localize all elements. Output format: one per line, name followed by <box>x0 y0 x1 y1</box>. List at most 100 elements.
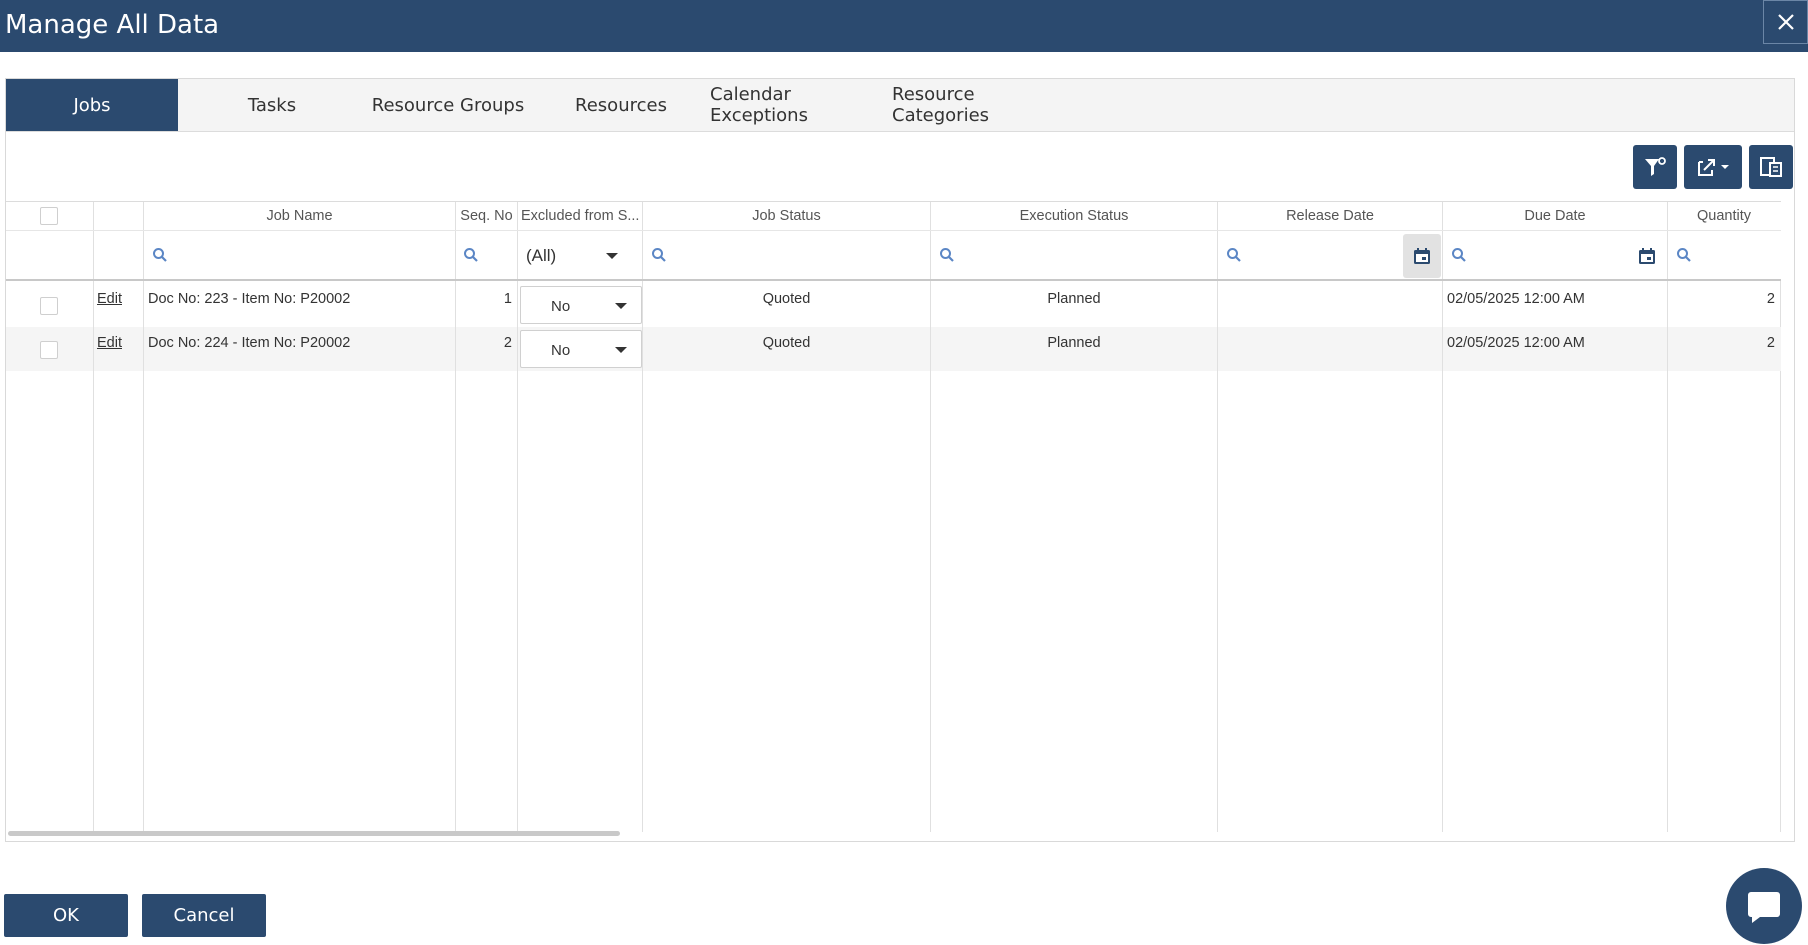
job-name-cell: Doc No: 224 - Item No: P20002 <box>143 327 455 371</box>
header-select-all <box>6 202 93 230</box>
export-dropdown-icon <box>1698 159 1729 176</box>
chat-widget-button[interactable] <box>1726 868 1802 944</box>
job-status-cell: Quoted <box>642 327 930 371</box>
table-row[interactable]: Edit Doc No: 224 - Item No: P20002 2 No … <box>6 327 1781 371</box>
excluded-value: No <box>551 342 571 359</box>
horizontal-scrollbar[interactable] <box>8 831 620 836</box>
excluded-cell: No <box>517 283 642 327</box>
row-checkbox[interactable] <box>40 341 58 359</box>
seq-no-cell: 2 <box>455 327 517 371</box>
execution-status-cell: Planned <box>930 327 1217 371</box>
due-date-value: 02/05/2025 12:00 AM <box>1447 335 1585 351</box>
due-date-value: 02/05/2025 12:00 AM <box>1447 291 1585 307</box>
quantity-cell: 2 <box>1667 283 1780 327</box>
window-title: Manage All Data <box>5 10 220 40</box>
tab-tasks[interactable]: Tasks <box>202 79 342 131</box>
export-dropdown-button[interactable] <box>1684 145 1742 189</box>
excluded-filter-value: (All) <box>526 246 557 265</box>
excluded-dropdown[interactable]: No <box>520 286 642 324</box>
edit-link[interactable]: Edit <box>97 335 122 351</box>
filter-empty <box>93 231 143 279</box>
header-execution-status[interactable]: Execution Status <box>930 202 1217 230</box>
seq-no-value: 2 <box>503 335 512 351</box>
chat-icon <box>1748 892 1780 923</box>
execution-status-value: Planned <box>1047 291 1101 307</box>
edit-link[interactable]: Edit <box>97 291 122 307</box>
header-job-name[interactable]: Job Name <box>143 202 455 230</box>
execution-status-filter[interactable] <box>930 231 1217 279</box>
excluded-filter-dropdown[interactable]: (All) <box>517 231 642 279</box>
job-status-value: Quoted <box>762 335 811 351</box>
quantity-value: 2 <box>1766 335 1775 351</box>
column-chooser-button[interactable] <box>1749 145 1793 189</box>
calendar-icon <box>1414 248 1430 264</box>
search-icon <box>652 248 666 262</box>
job-status-filter[interactable] <box>642 231 930 279</box>
header-seq-no[interactable]: Seq. No <box>455 202 517 230</box>
job-name-cell: Doc No: 223 - Item No: P20002 <box>143 283 455 327</box>
tab-bar: Jobs Tasks Resource Groups Resources Cal… <box>6 79 1794 132</box>
filter-settings-icon <box>1645 157 1666 176</box>
row-select-cell <box>6 283 93 327</box>
search-icon <box>1452 248 1466 262</box>
tab-jobs[interactable]: Jobs <box>6 79 178 131</box>
chevron-down-icon <box>615 347 627 353</box>
search-icon <box>1227 248 1241 262</box>
excluded-dropdown[interactable]: No <box>520 330 642 368</box>
filter-settings-button[interactable] <box>1633 145 1677 189</box>
title-bar: Manage All Data <box>0 0 1808 52</box>
chevron-down-icon <box>615 303 627 309</box>
row-action-cell: Edit <box>93 327 143 371</box>
job-name-value: Doc No: 223 - Item No: P20002 <box>148 291 351 307</box>
job-name-filter[interactable] <box>143 231 455 279</box>
column-chooser-icon <box>1760 157 1782 177</box>
jobs-grid: Job Name Seq. No Excluded from S... Job … <box>6 201 1781 832</box>
table-row[interactable]: Edit Doc No: 223 - Item No: P20002 1 No … <box>6 283 1781 327</box>
seq-no-value: 1 <box>503 291 512 307</box>
quantity-cell: 2 <box>1667 327 1780 371</box>
excluded-cell: No <box>517 327 642 371</box>
close-button[interactable] <box>1763 0 1808 44</box>
data-panel: Jobs Tasks Resource Groups Resources Cal… <box>5 78 1795 842</box>
search-icon <box>1677 248 1691 262</box>
ok-button[interactable]: OK <box>4 894 128 937</box>
header-release-date[interactable]: Release Date <box>1217 202 1442 230</box>
release-date-calendar-button[interactable] <box>1403 234 1441 278</box>
due-date-cell: 02/05/2025 12:00 AM <box>1442 327 1667 371</box>
grid-header: Job Name Seq. No Excluded from S... Job … <box>6 201 1781 231</box>
execution-status-value: Planned <box>1047 335 1101 351</box>
seq-no-cell: 1 <box>455 283 517 327</box>
cancel-button[interactable]: Cancel <box>142 894 266 937</box>
select-all-checkbox[interactable] <box>40 207 58 225</box>
job-name-value: Doc No: 224 - Item No: P20002 <box>148 335 351 351</box>
due-date-filter[interactable] <box>1442 231 1667 279</box>
close-icon <box>1777 14 1794 30</box>
calendar-icon <box>1639 248 1655 264</box>
release-date-cell <box>1217 283 1442 327</box>
job-status-value: Quoted <box>762 291 811 307</box>
header-job-status[interactable]: Job Status <box>642 202 930 230</box>
tab-calendar-exceptions[interactable]: Calendar Exceptions <box>710 79 892 131</box>
filter-row: (All) <box>6 231 1781 281</box>
seq-no-filter[interactable] <box>455 231 517 279</box>
tab-resource-groups[interactable]: Resource Groups <box>368 79 528 131</box>
tab-resource-categories[interactable]: Resource Categories <box>892 79 1058 131</box>
header-due-date[interactable]: Due Date <box>1442 202 1667 230</box>
release-date-filter[interactable] <box>1217 231 1442 279</box>
search-icon <box>153 248 167 262</box>
due-date-calendar-button[interactable] <box>1628 234 1666 278</box>
quantity-filter[interactable] <box>1667 231 1780 279</box>
row-action-cell: Edit <box>93 283 143 327</box>
job-status-cell: Quoted <box>642 283 930 327</box>
chevron-down-icon <box>606 253 618 259</box>
row-checkbox[interactable] <box>40 297 58 315</box>
header-quantity[interactable]: Quantity <box>1667 202 1780 230</box>
execution-status-cell: Planned <box>930 283 1217 327</box>
search-icon <box>940 248 954 262</box>
tab-resources[interactable]: Resources <box>566 79 676 131</box>
filter-empty <box>6 231 93 279</box>
release-date-cell <box>1217 327 1442 371</box>
row-select-cell <box>6 327 93 371</box>
due-date-cell: 02/05/2025 12:00 AM <box>1442 283 1667 327</box>
header-excluded[interactable]: Excluded from S... <box>517 202 642 230</box>
